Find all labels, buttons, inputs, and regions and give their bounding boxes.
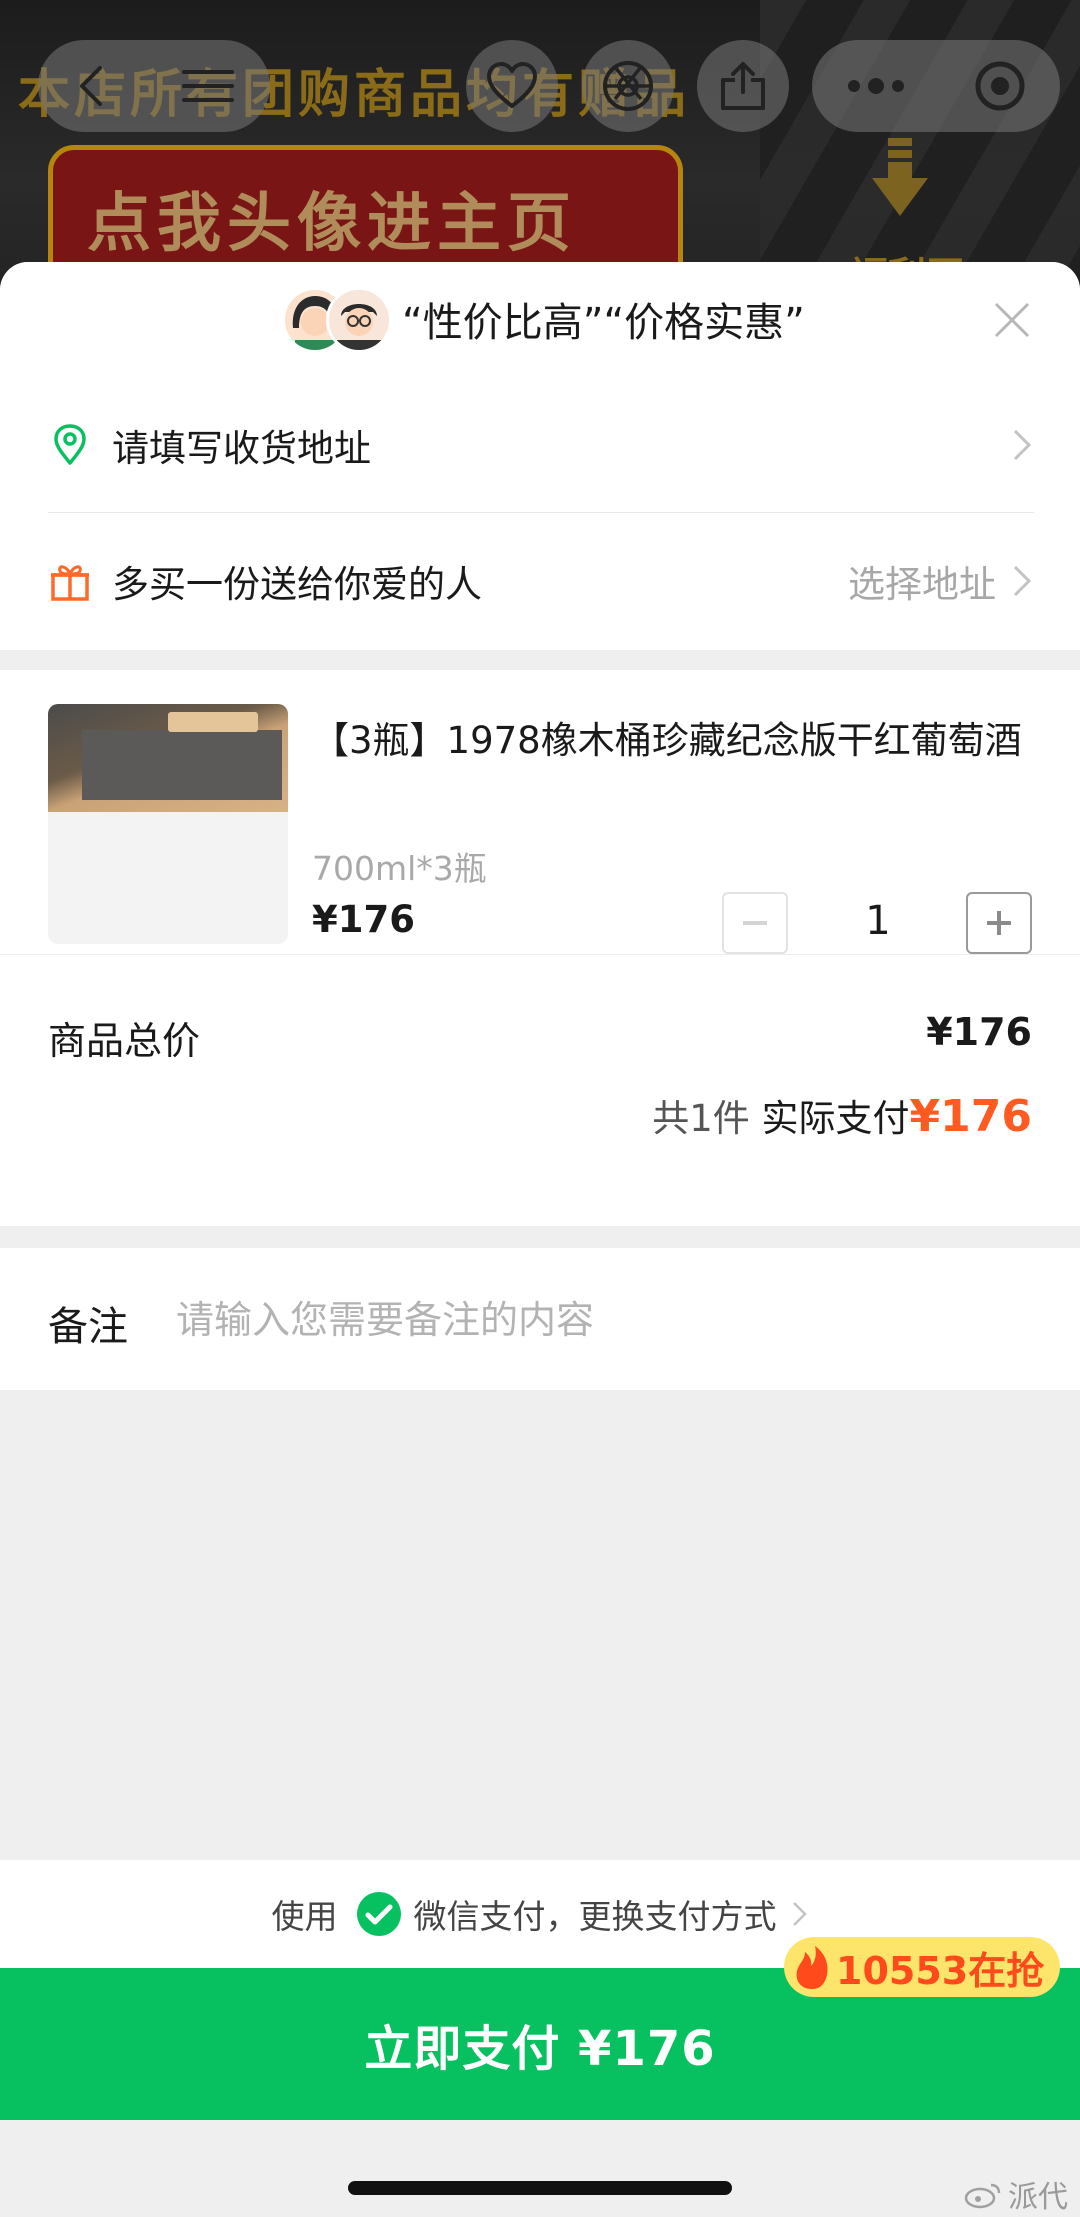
payment-prefix: 使用 (271, 1897, 338, 1936)
total-value: ¥176 (926, 1010, 1032, 1054)
note-section: 备注 (0, 1248, 1080, 1390)
watermark-text: 派代 (1008, 2180, 1068, 2215)
avatar (326, 287, 392, 353)
product-price: ¥176 (312, 898, 415, 941)
pay-summary: 共1件 实际支付¥176 (652, 1088, 1032, 1142)
select-address-link[interactable]: 选择地址 (848, 554, 996, 608)
note-label: 备注 (48, 1304, 128, 1350)
increase-button[interactable] (966, 892, 1032, 954)
payment-method-text: 微信支付，更换支付方式 (413, 1897, 777, 1936)
gift-label: 多买一份送给你爱的人 (112, 563, 482, 606)
heart-icon (487, 62, 537, 108)
minus-icon (743, 921, 767, 925)
item-count: 共1件 (652, 1097, 750, 1140)
location-pin-icon (54, 424, 86, 465)
total-label: 商品总价 (48, 1019, 201, 1063)
decrease-button[interactable] (722, 892, 788, 954)
close-icon[interactable] (990, 298, 1034, 342)
weibo-icon (964, 2183, 1001, 2209)
product-thumbnail[interactable] (48, 704, 288, 944)
sheet-title: “性价比高”“价格实惠” (402, 300, 805, 346)
gift-address-row[interactable]: 多买一份送给你爱的人 选择地址 (48, 514, 1034, 648)
reviewer-avatars (282, 287, 392, 353)
address-row[interactable]: 请填写收货地址 (48, 378, 1034, 513)
address-prompt: 请填写收货地址 (112, 427, 371, 470)
watermark: 派代 (964, 2172, 1068, 2216)
list-icon[interactable] (180, 64, 236, 108)
product-spec: 700ml*3瓶 (312, 849, 487, 888)
nav-capsule (38, 40, 270, 132)
home-indicator (348, 2181, 732, 2195)
pay-label: 实际支付 (761, 1097, 910, 1140)
product-photo (48, 704, 288, 812)
aperture-icon (603, 61, 653, 111)
sheet-header: “性价比高”“价格实惠” (0, 262, 1080, 379)
plus-icon (987, 911, 1011, 935)
mini-program-capsule (812, 40, 1060, 132)
chevron-right-icon (1013, 565, 1032, 597)
flame-icon (796, 1946, 828, 1989)
hot-badge-text: 10553在抢 (836, 1948, 1045, 1993)
hot-badge: 10553在抢 (784, 1937, 1061, 1997)
down-arrow-icon (872, 138, 928, 216)
gift-icon (51, 565, 89, 601)
divider (0, 954, 1080, 955)
back-icon[interactable] (72, 62, 112, 110)
product-section: 【3瓶】1978橡木桶珍藏纪念版干红葡萄酒 700ml*3瓶 ¥176 1 商品… (0, 670, 1080, 1226)
order-sheet: “性价比高”“价格实惠” 请填写收货地址 多买一份送给你爱的人 选择地址 【3瓶… (0, 262, 1080, 2217)
close-target-icon[interactable] (974, 60, 1026, 112)
share-icon (721, 62, 765, 110)
address-section: 请填写收货地址 多买一份送给你爱的人 选择地址 (0, 378, 1080, 650)
quantity-value: 1 (865, 898, 891, 944)
note-input[interactable] (174, 1284, 1038, 1356)
favorite-button[interactable] (466, 40, 558, 132)
pay-amount: ¥176 (909, 1091, 1032, 1142)
wechat-pay-icon (356, 1892, 401, 1936)
share-button[interactable] (697, 40, 789, 132)
chevron-right-icon (1013, 429, 1032, 461)
more-icon[interactable] (846, 76, 906, 96)
quantity-stepper: 1 (722, 892, 1034, 958)
camera-button[interactable] (582, 40, 674, 132)
chevron-right-icon (792, 1902, 807, 1926)
product-title: 【3瓶】1978橡木桶珍藏纪念版干红葡萄酒 (312, 719, 1022, 762)
background-banner-text: 点我头像进主页 (87, 187, 577, 261)
